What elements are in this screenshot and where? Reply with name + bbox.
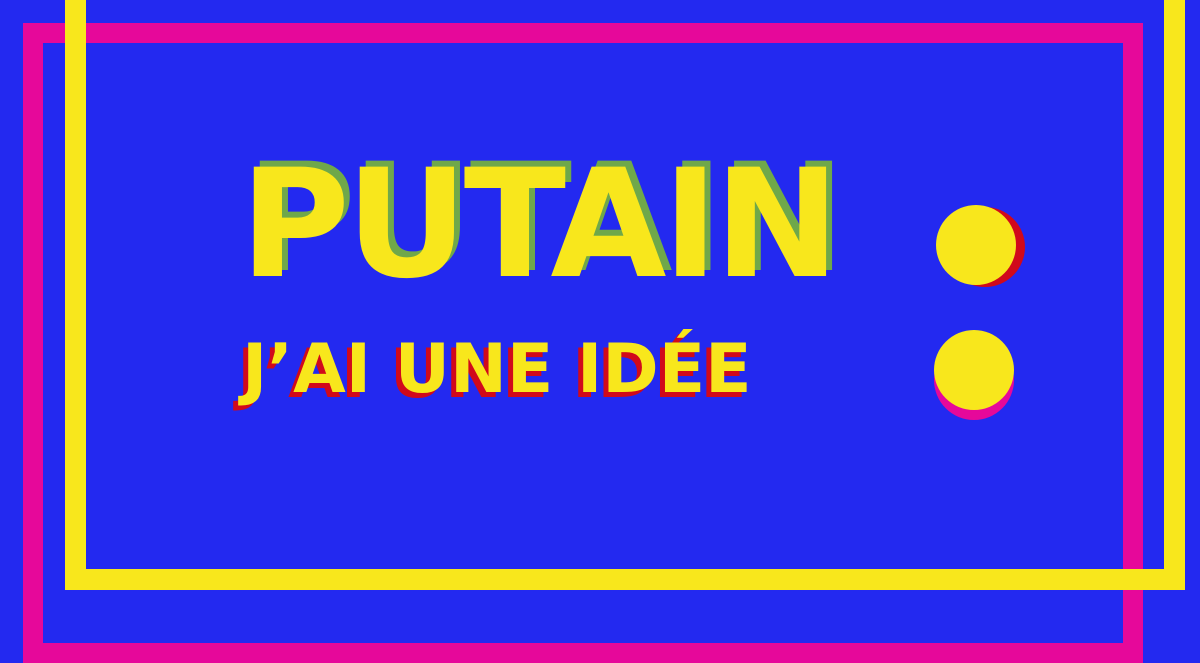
colon-dot-top bbox=[936, 205, 1016, 285]
subheadline: J’AI UNE IDÉE bbox=[242, 330, 752, 409]
colon-dot-bottom bbox=[934, 330, 1014, 410]
headline: PUTAIN bbox=[240, 138, 840, 312]
